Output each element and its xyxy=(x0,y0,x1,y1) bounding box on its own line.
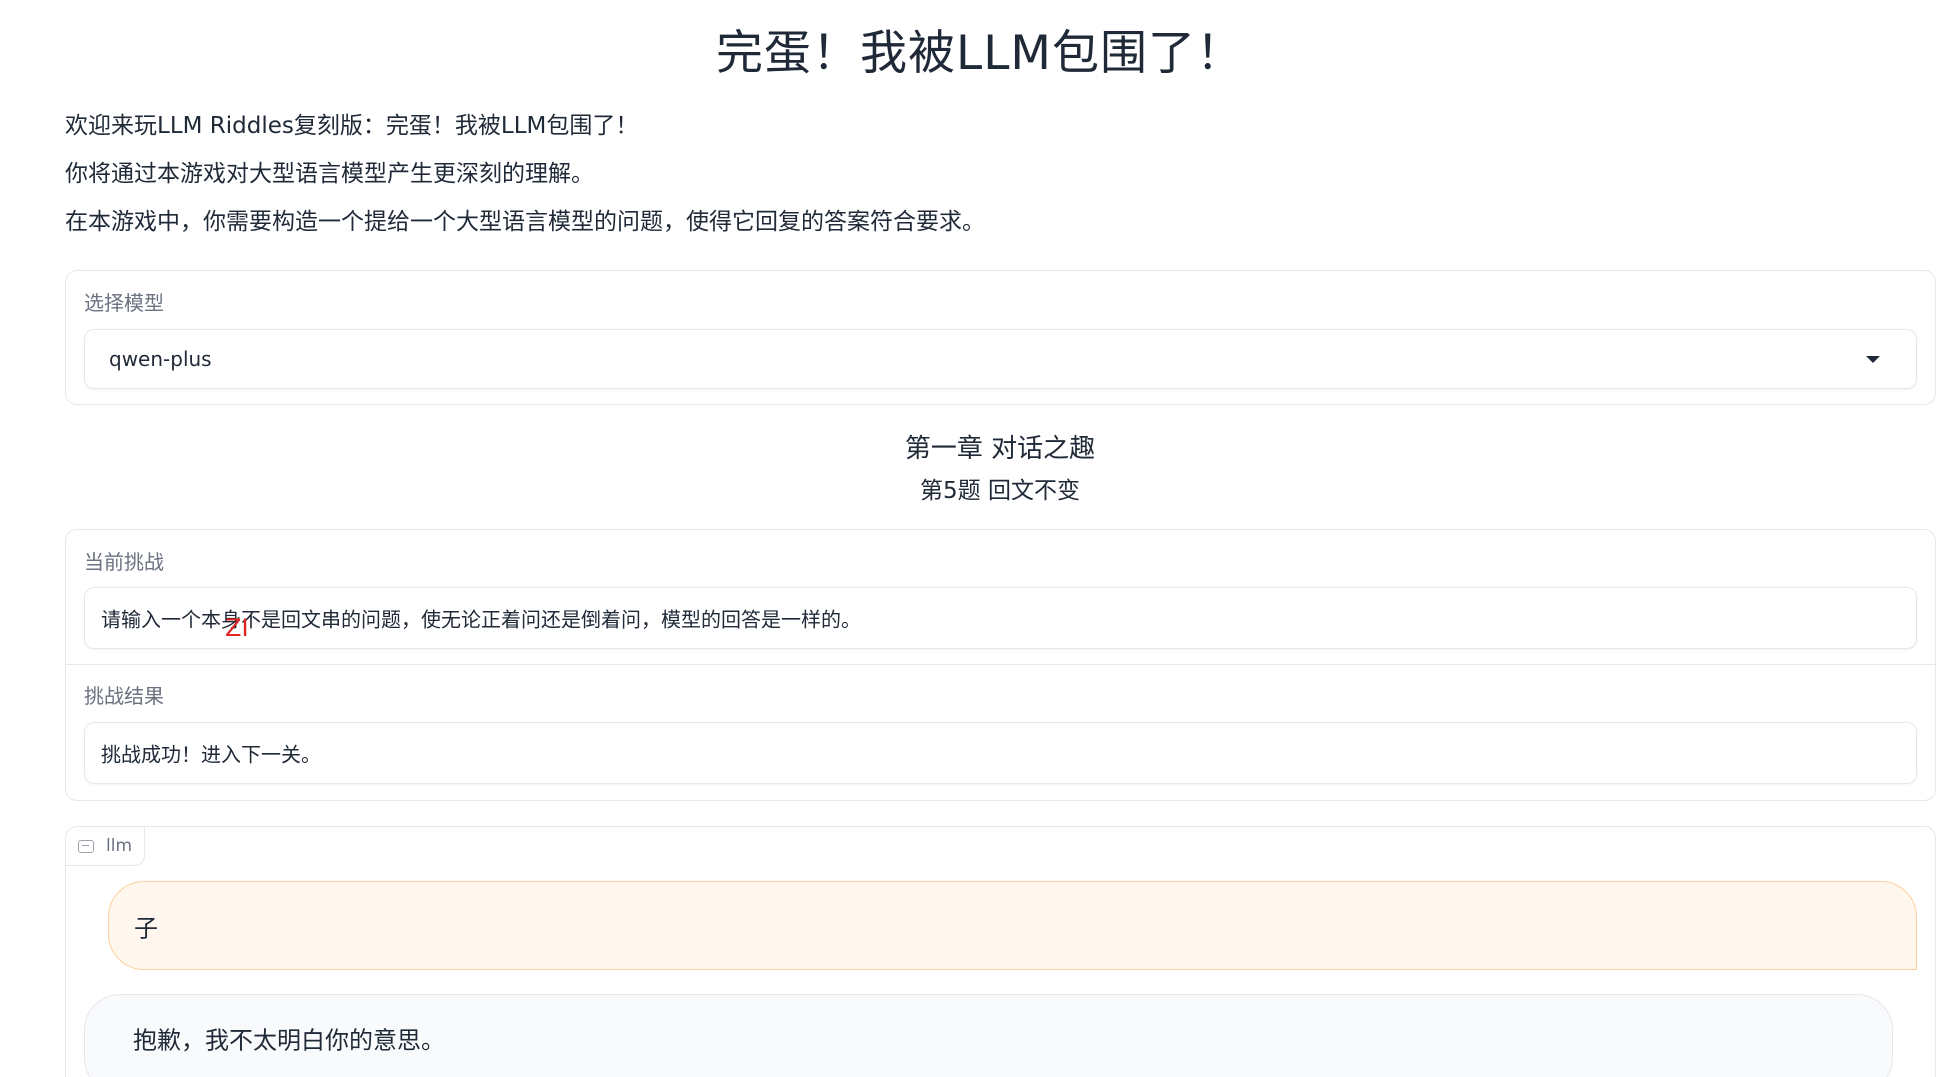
current-challenge-text: 请输入一个本身不是回文串的问题，使无论正着问还是倒着问，模型的回答是一样的。 xyxy=(101,607,861,632)
current-challenge-textbox[interactable]: 请输入一个本身不是回文串的问题，使无论正着问还是倒着问，模型的回答是一样的。 xyxy=(84,587,1917,649)
app-page: 完蛋！我被LLM包围了！ 欢迎来玩LLM Riddles复刻版：完蛋！我被LLM… xyxy=(0,0,1960,1077)
intro-line-3: 在本游戏中，你需要构造一个提给一个大型语言模型的问题，使得它回复的答案符合要求。 xyxy=(65,209,985,235)
message-text: 子 xyxy=(134,914,158,942)
model-select-value: qwen-plus xyxy=(109,347,212,371)
chapter-title: 第一章 对话之趣 xyxy=(904,434,1096,464)
question-title: 第5题 回文不变 xyxy=(920,478,1080,504)
chatbot-label: llm xyxy=(106,836,133,856)
intro-line-1: 欢迎来玩LLM Riddles复刻版：完蛋！我被LLM包围了！ xyxy=(65,113,639,139)
model-select-panel: 选择模型 qwen-plus xyxy=(65,270,1936,405)
user-message: 子 xyxy=(108,881,1917,970)
message-text: 抱歉，我不太明白你的意思。 xyxy=(133,1026,445,1055)
page-title: 完蛋！我被LLM包围了！ xyxy=(716,26,1244,81)
model-select-label: 选择模型 xyxy=(84,291,164,315)
chat-icon xyxy=(78,839,94,853)
ime-cursor-hint: ZI xyxy=(225,614,249,642)
chatbot-label-tab: llm xyxy=(66,827,146,866)
challenge-result-textbox[interactable]: 挑战成功！进入下一关。 xyxy=(84,722,1917,784)
chatbot-panel: llm 子 抱歉，我不太明白你的意思。 xyxy=(65,826,1936,1077)
intro-line-2: 你将通过本游戏对大型语言模型产生更深刻的理解。 xyxy=(65,161,594,187)
current-challenge-label: 当前挑战 xyxy=(84,550,164,574)
panel-divider xyxy=(66,664,1935,665)
assistant-message: 抱歉，我不太明白你的意思。 xyxy=(84,994,1893,1077)
challenge-result-text: 挑战成功！进入下一关。 xyxy=(101,742,321,767)
challenge-panel: 当前挑战 请输入一个本身不是回文串的问题，使无论正着问还是倒着问，模型的回答是一… xyxy=(65,529,1936,801)
model-select-dropdown[interactable]: qwen-plus xyxy=(84,329,1917,389)
intro-text: 欢迎来玩LLM Riddles复刻版：完蛋！我被LLM包围了！ 你将通过本游戏对… xyxy=(65,102,1960,246)
chevron-down-icon xyxy=(1866,356,1880,363)
challenge-result-label: 挑战结果 xyxy=(84,684,164,708)
